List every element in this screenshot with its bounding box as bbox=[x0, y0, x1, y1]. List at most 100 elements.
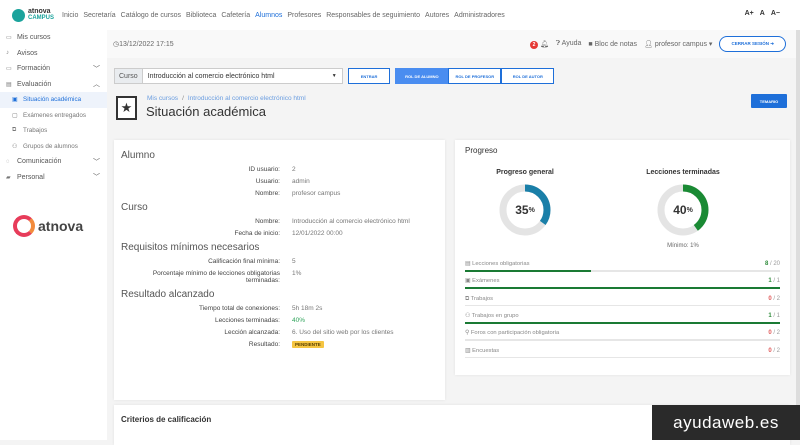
nav-link[interactable]: Catálogo de cursos bbox=[121, 12, 181, 19]
sidebar-item-label: Comunicación bbox=[17, 158, 62, 166]
sidebar: ▭ Mis cursos ♪ Avisos ▭ Formación ﹀ ▤ Evaluac… bbox=[0, 30, 107, 440]
campus-logo[interactable]: atnova CAMPUS bbox=[12, 8, 54, 22]
chevron-down-icon: ﹀ bbox=[93, 174, 100, 182]
breadcrumb-mis-cursos[interactable]: Mis cursos bbox=[147, 95, 178, 102]
progress-card: Progreso Progreso general 35% Lecciones … bbox=[455, 140, 790, 375]
gauge-0: Progreso general 35% bbox=[485, 169, 565, 240]
progress-item-label: Trabajos en grupo bbox=[471, 312, 519, 319]
nav-link[interactable]: Cafetería bbox=[221, 12, 250, 19]
progress-item-label: Lecciones obligatorias bbox=[472, 261, 530, 267]
field-value: 12/01/2022 00:00 bbox=[292, 230, 343, 237]
progress-bar-fill bbox=[465, 287, 780, 290]
course-select[interactable]: Introducción al comercio electrónico htm… bbox=[142, 68, 343, 84]
breadcrumb-course[interactable]: Introducción al comercio electrónico htm… bbox=[188, 95, 306, 102]
info-row: Tiempo total de conexiones: 5h 18m 2s bbox=[121, 305, 445, 312]
logo-subtext: CAMPUS bbox=[28, 15, 55, 21]
enter-button[interactable]: ENTRAR bbox=[347, 68, 391, 84]
field-value: profesor campus bbox=[292, 190, 341, 197]
user-menu[interactable]: 👤︎ profesor campus ▾ bbox=[644, 40, 712, 48]
chevron-up-icon: ︿ bbox=[93, 81, 100, 89]
chevron-down-icon: ﹀ bbox=[93, 65, 100, 73]
nav-link[interactable]: Inicio bbox=[62, 12, 78, 19]
bell-icon: 🔔︎ bbox=[539, 40, 549, 48]
nav-link[interactable]: Biblioteca bbox=[186, 12, 216, 19]
logo-icon bbox=[12, 8, 25, 22]
chat-icon: ◌ bbox=[6, 158, 10, 165]
field-value: 5h 18m 2s bbox=[292, 305, 323, 312]
progress-item-count: 0 / 2 bbox=[768, 295, 780, 302]
gauge-label: Progreso general bbox=[496, 169, 554, 176]
progress-item-label: Exámenes bbox=[472, 278, 500, 285]
scrollbar[interactable] bbox=[796, 30, 800, 440]
brand-text: atnova bbox=[38, 218, 84, 234]
doc-icon: ▢ bbox=[12, 112, 18, 119]
font-reset-button[interactable]: A bbox=[760, 10, 765, 17]
notes-link[interactable]: ■ Bloc de notas bbox=[588, 41, 637, 48]
exam-icon: ▣ bbox=[465, 278, 471, 285]
role-teacher-button[interactable]: ROL DE PROFESOR bbox=[448, 68, 502, 84]
progress-bar-fill bbox=[465, 270, 591, 272]
progress-bar bbox=[465, 321, 780, 324]
help-link[interactable]: ❓︎ Ayuda bbox=[556, 40, 582, 48]
font-size-controls: A+ A A− bbox=[745, 10, 780, 17]
info-row: Lecciones terminadas: 40% bbox=[121, 317, 445, 324]
nav-link[interactable]: Secretaría bbox=[83, 12, 115, 19]
section-curso-title: Curso bbox=[121, 202, 148, 213]
nav-link[interactable]: Profesores bbox=[287, 12, 321, 19]
folder-icon: ▰ bbox=[6, 174, 11, 181]
nav-link[interactable]: Autores bbox=[425, 12, 449, 19]
progress-item-count: 1 / 1 bbox=[768, 278, 780, 285]
brand-mark-icon bbox=[13, 215, 35, 237]
exam-icon: ▤ bbox=[6, 81, 12, 88]
info-row: ID usuario: 2 bbox=[121, 166, 445, 173]
progress-item-count: 8 / 20 bbox=[764, 261, 780, 267]
sidebar-item-formacion[interactable]: ▭ Formación ﹀ bbox=[0, 61, 107, 77]
sidebar-item-evaluacion[interactable]: ▤ Evaluación ︿ bbox=[0, 77, 107, 93]
notifications-button[interactable]: 2 🔔︎ bbox=[530, 40, 549, 49]
progress-bar bbox=[465, 304, 780, 307]
sidebar-item-label: Trabajos bbox=[23, 127, 48, 135]
field-label: Fecha de inicio: bbox=[234, 230, 280, 237]
field-label: Calificación final mínima: bbox=[208, 258, 280, 265]
progress-item: ⚲ Foros con participación obligatoria 0 … bbox=[465, 329, 780, 345]
question-icon: ❓︎ bbox=[555, 40, 561, 47]
font-increase-button[interactable]: A+ bbox=[745, 10, 754, 17]
progress-item: ▤ Lecciones obligatorias 8 / 20 bbox=[465, 260, 780, 276]
sidebar-item-avisos[interactable]: ♪ Avisos bbox=[0, 46, 107, 62]
sidebar-subitem-situacion[interactable]: ▣ Situación académica bbox=[0, 92, 107, 108]
notes-label: Bloc de notas bbox=[594, 40, 637, 48]
sidebar-item-label: Grupos de alumnos bbox=[23, 142, 78, 150]
sidebar-item-label: Formación bbox=[17, 65, 51, 73]
nav-link[interactable]: Alumnos bbox=[255, 12, 282, 19]
info-row: Usuario: admin bbox=[121, 178, 445, 185]
sidebar-item-mis-cursos[interactable]: ▭ Mis cursos bbox=[0, 30, 107, 46]
role-author-button[interactable]: ROL DE AUTOR bbox=[501, 68, 555, 84]
logout-button[interactable]: CERRAR SESIÓN ➜ bbox=[719, 36, 786, 52]
sidebar-subitem-examenes[interactable]: ▢ Exámenes entregados bbox=[0, 108, 107, 124]
sidebar-item-personal[interactable]: ▰ Personal ﹀ bbox=[0, 170, 107, 186]
field-label: Resultado: bbox=[248, 341, 280, 348]
nav-link[interactable]: Responsables de seguimiento bbox=[326, 12, 420, 19]
info-row: Fecha de inicio: 12/01/2022 00:00 bbox=[121, 230, 445, 237]
progress-item: ▣ Exámenes 1 / 1 bbox=[465, 277, 780, 293]
role-student-button[interactable]: ROL DE ALUMNO bbox=[395, 68, 449, 84]
section-resultado-title: Resultado alcanzado bbox=[121, 289, 215, 300]
header-bar: ◷ 13/12/2022 17:15 2 🔔︎ ❓︎ Ayuda ■ Bloc … bbox=[107, 30, 800, 58]
sidebar-subitem-trabajos[interactable]: ⧉ Trabajos bbox=[0, 123, 107, 139]
nav-link[interactable]: Administradores bbox=[454, 12, 505, 19]
font-decrease-button[interactable]: A− bbox=[771, 10, 780, 17]
logo-text: atnova bbox=[28, 8, 51, 15]
sidebar-item-comunicacion[interactable]: ◌ Comunicación ﹀ bbox=[0, 154, 107, 170]
book-icon: ▭ bbox=[6, 35, 12, 42]
info-row: Nombre: Introducción al comercio electrón… bbox=[121, 218, 445, 225]
user-name: profesor campus bbox=[654, 41, 707, 48]
course-selector-row: Curso Introducción al comercio electróni… bbox=[114, 68, 555, 84]
temario-button[interactable]: TEMARIO bbox=[751, 94, 787, 108]
sidebar-subitem-grupos[interactable]: ⚇ Grupos de alumnos bbox=[0, 139, 107, 155]
folders-icon: ⧉ bbox=[12, 127, 17, 134]
gauge-value: 35% bbox=[515, 203, 535, 217]
field-label: Usuario: bbox=[255, 178, 280, 185]
field-value: 2 bbox=[292, 166, 296, 173]
course-selected-value: Introducción al comercio electrónico htm… bbox=[147, 72, 275, 80]
progress-bar bbox=[465, 356, 780, 358]
